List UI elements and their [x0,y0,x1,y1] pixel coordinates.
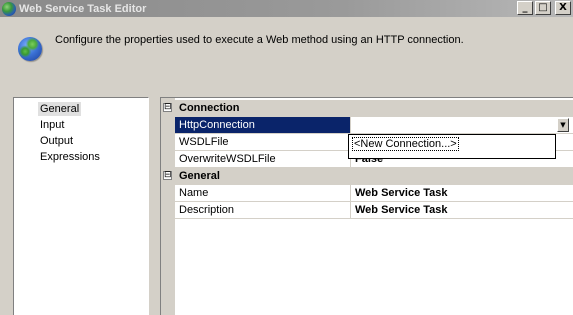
nav-item-expressions[interactable]: Expressions [38,150,102,164]
close-button[interactable]: X [555,1,571,15]
dialog-header: Configure the properties used to execute… [0,17,573,84]
dropdown-option-new-connection[interactable]: <New Connection...> [352,137,459,151]
globe-icon [18,37,42,61]
property-value[interactable] [351,117,573,134]
connection-dropdown-list: <New Connection...> [348,134,556,159]
property-row-name[interactable]: Name Web Service Task [175,185,573,202]
maximize-button[interactable]: □ [535,1,551,15]
property-name[interactable]: WSDLFile [175,134,351,151]
app-globe-icon [2,1,16,16]
nav-item-output[interactable]: Output [38,134,75,148]
property-name[interactable]: HttpConnection [175,117,351,134]
dropdown-arrow-icon[interactable]: ▼ [557,118,569,132]
category-label: General [179,170,220,182]
property-name[interactable]: Description [175,202,351,219]
category-label: Connection [179,102,240,114]
minimize-button[interactable]: _ [517,1,533,15]
property-value[interactable]: Web Service Task [351,185,573,202]
collapse-icon[interactable]: ⊟ [163,171,172,180]
header-description: Configure the properties used to execute… [55,34,464,46]
property-name[interactable]: Name [175,185,351,202]
nav-item-input[interactable]: Input [38,118,66,132]
property-row-description[interactable]: Description Web Service Task [175,202,573,219]
title-bar[interactable]: Web Service Task Editor _ □ X [0,0,573,17]
window-title: Web Service Task Editor [19,2,147,15]
category-general: ⊟ General [161,168,573,185]
property-row-httpconnection[interactable]: HttpConnection ▼ [175,117,573,134]
page-nav: General Input Output Expressions [13,97,149,315]
grid-gutter [161,98,175,315]
property-value[interactable]: Web Service Task [351,202,573,219]
collapse-icon[interactable]: ⊟ [163,103,172,112]
window-controls: _ □ X [517,1,571,15]
nav-item-general[interactable]: General [38,102,82,116]
property-grid: ⊟ Connection HttpConnection ▼ WSDLFile O… [160,97,573,315]
category-connection: ⊟ Connection [161,100,573,117]
property-name[interactable]: OverwriteWSDLFile [175,151,351,168]
